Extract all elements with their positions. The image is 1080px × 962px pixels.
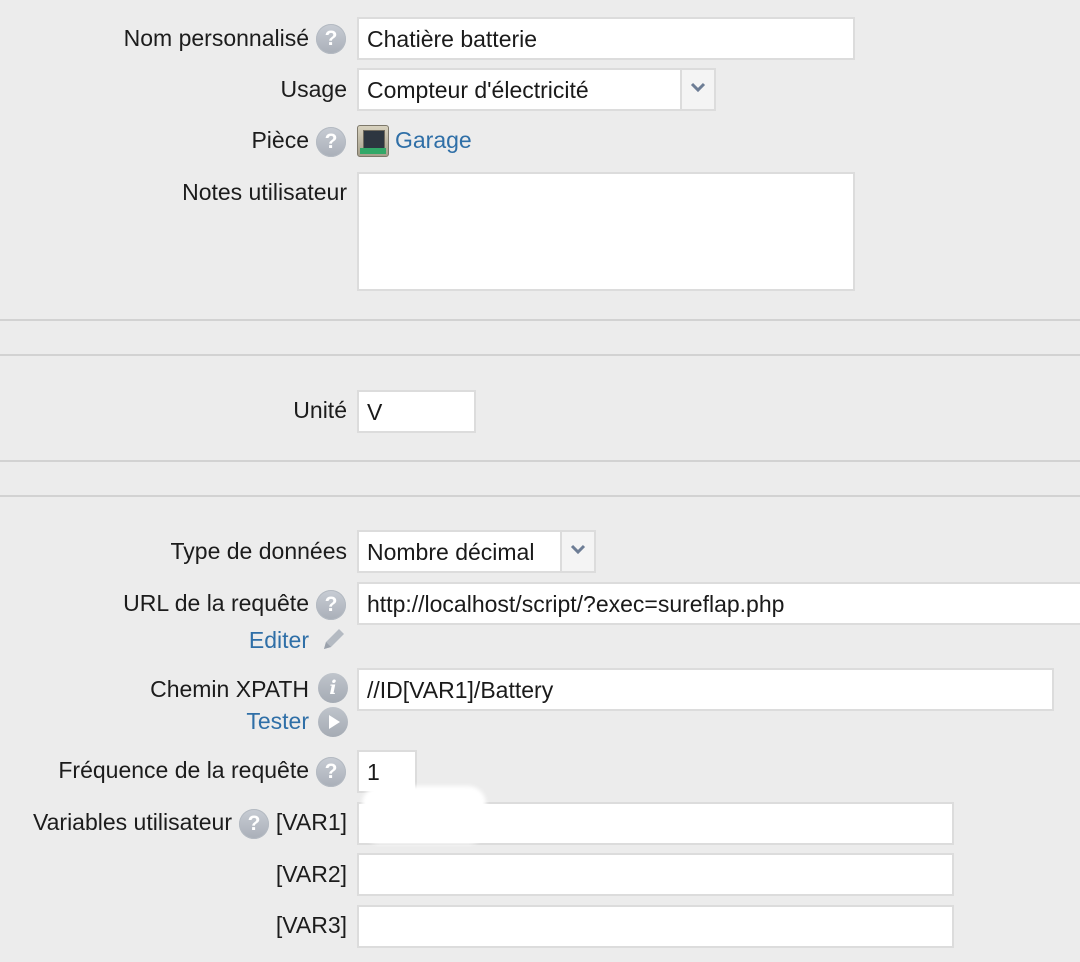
xpath-label: Chemin XPATH [150, 676, 309, 702]
data-type-select-value: Nombre décimal [367, 539, 535, 565]
unit-label: Unité [293, 397, 347, 423]
notes-label: Notes utilisateur [182, 179, 347, 205]
custom-name-label: Nom personnalisé [123, 25, 309, 51]
data-type-label: Type de données [170, 538, 347, 564]
pencil-icon[interactable] [318, 625, 348, 655]
usage-select-value: Compteur d'électricité [367, 77, 589, 103]
chevron-down-icon[interactable] [680, 70, 714, 109]
var2-label: [VAR2] [275, 861, 347, 887]
section-divider [0, 354, 1080, 356]
redaction-mark [362, 786, 486, 844]
request-url-label: URL de la requête [123, 590, 309, 616]
help-icon[interactable]: ? [239, 809, 269, 839]
garage-icon [357, 125, 389, 157]
info-icon[interactable]: i [318, 673, 348, 703]
var2-input[interactable] [357, 853, 954, 896]
usage-label: Usage [280, 76, 347, 102]
xpath-input[interactable]: //ID[VAR1]/Battery [357, 668, 1054, 711]
request-url-input[interactable]: http://localhost/script/?exec=sureflap.p… [357, 582, 1080, 625]
var1-label: [VAR1] [275, 809, 347, 835]
section-divider [0, 495, 1080, 497]
device-settings-form: Nom personnalisé ? Chatière batterie Usa… [0, 0, 1080, 962]
room-link[interactable]: Garage [395, 126, 472, 154]
frequency-label: Fréquence de la requête [58, 757, 309, 783]
help-icon[interactable]: ? [316, 24, 346, 54]
edit-link[interactable]: Editer [249, 626, 309, 654]
help-icon[interactable]: ? [316, 590, 346, 620]
test-link[interactable]: Tester [246, 707, 309, 735]
data-type-select[interactable]: Nombre décimal [357, 530, 596, 573]
var3-input[interactable] [357, 905, 954, 948]
room-label: Pièce [251, 127, 309, 153]
help-icon[interactable]: ? [316, 127, 346, 157]
custom-name-input[interactable]: Chatière batterie [357, 17, 855, 60]
play-icon[interactable] [318, 707, 348, 737]
user-variables-label: Variables utilisateur [32, 809, 232, 835]
help-icon[interactable]: ? [316, 757, 346, 787]
notes-textarea[interactable] [357, 172, 855, 291]
var3-label: [VAR3] [275, 912, 347, 938]
section-divider [0, 319, 1080, 321]
section-divider [0, 460, 1080, 462]
chevron-down-icon[interactable] [560, 532, 594, 571]
usage-select[interactable]: Compteur d'électricité [357, 68, 716, 111]
unit-input[interactable]: V [357, 390, 476, 433]
